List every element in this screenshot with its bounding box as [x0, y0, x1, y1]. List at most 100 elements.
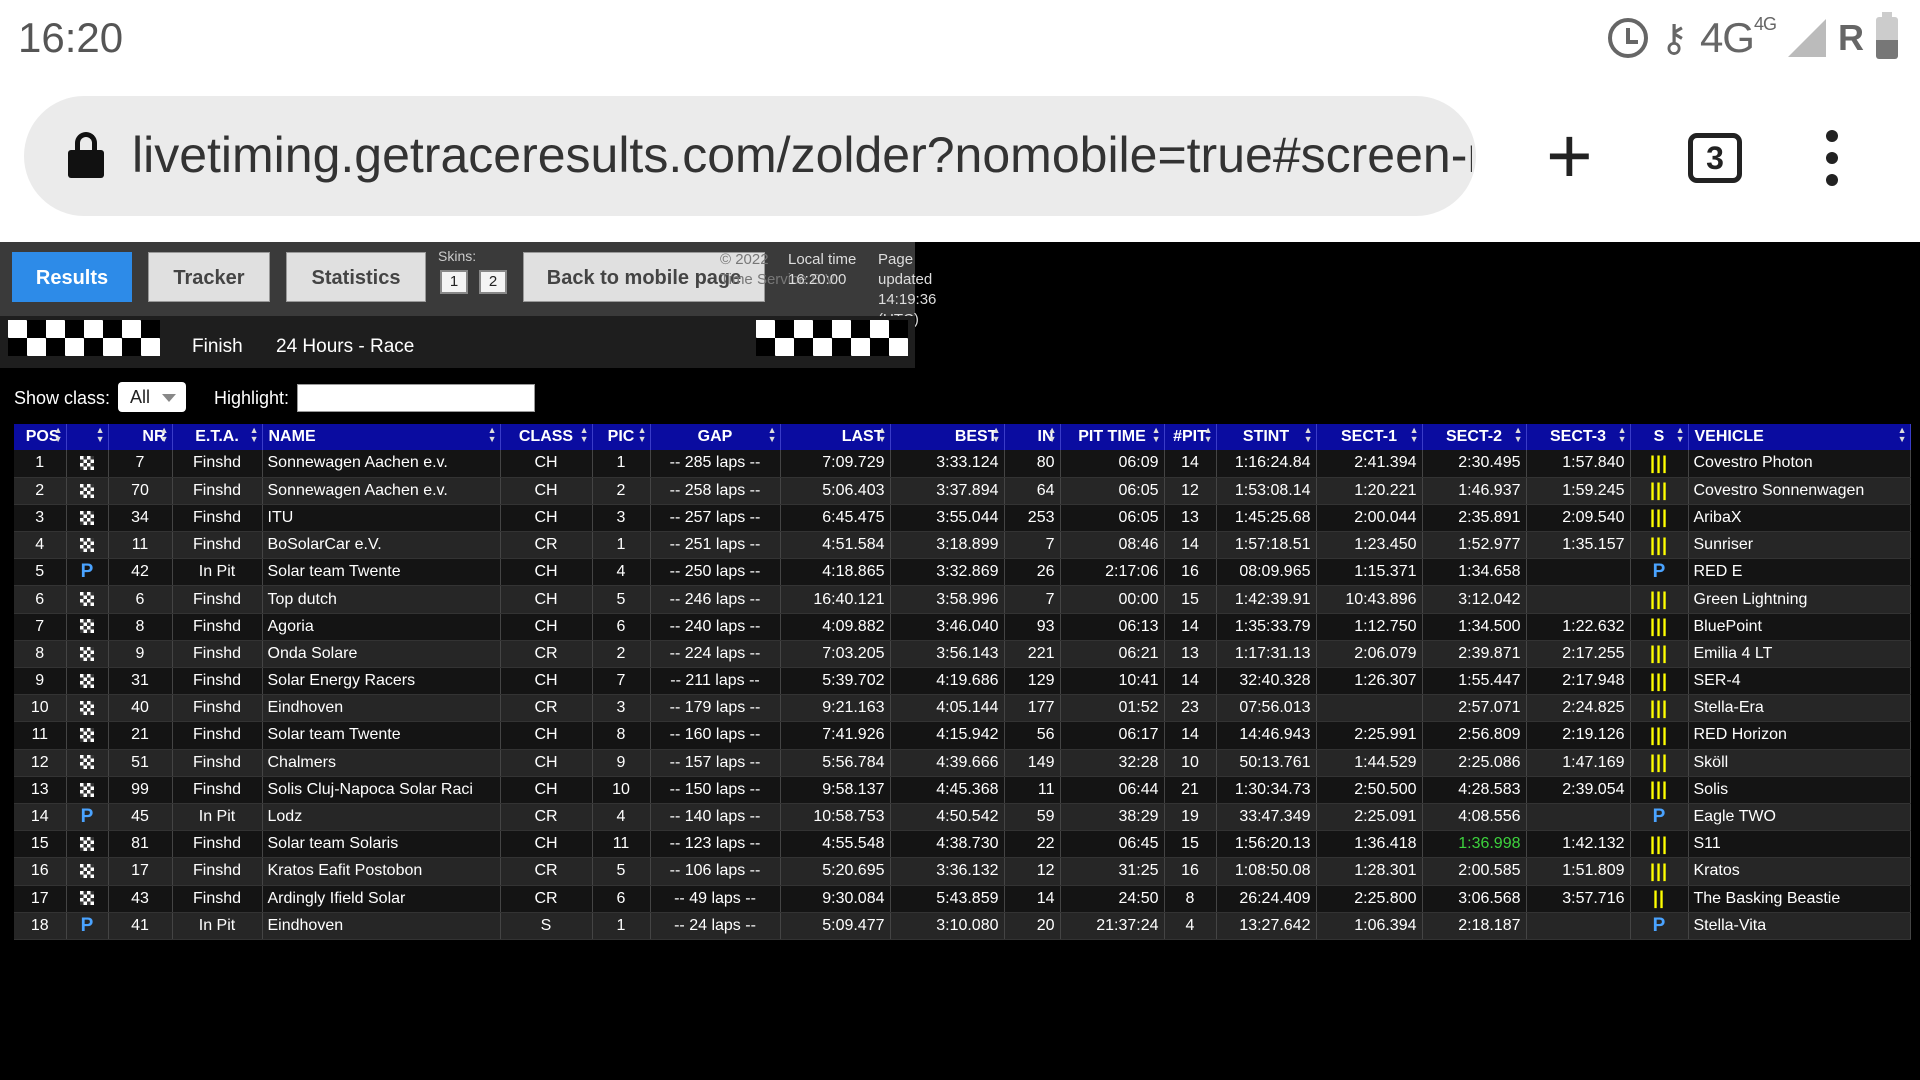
cell-vehicle: Eagle TWO — [1688, 803, 1911, 832]
sector-status-cell: ||| — [1630, 504, 1689, 533]
column-header[interactable]: GAP ▲ ▼ — [650, 424, 781, 450]
cell-pic: 1 — [592, 450, 651, 478]
cell-pic: 9 — [592, 749, 651, 777]
tab-results[interactable]: Results — [12, 252, 132, 302]
tab-statistics[interactable]: Statistics — [286, 252, 426, 302]
race-name: 24 Hours - Race — [276, 336, 415, 357]
sort-icon[interactable]: ▲ ▼ — [1410, 426, 1419, 444]
cell-nr: 31 — [108, 667, 173, 696]
sort-icon[interactable]: ▲ ▼ — [160, 426, 169, 444]
column-header[interactable]: PIT TIME ▲ ▼ — [1060, 424, 1165, 450]
column-header[interactable]: VEHICLE ▲ ▼ — [1688, 424, 1911, 450]
tab-switcher-button[interactable]: 3 — [1688, 133, 1742, 183]
table-row[interactable]: 12 51 Finshd Chalmers CH 9 -- 157 laps -- 5:56.… — [14, 749, 1911, 777]
sort-icon[interactable]: ▲ ▼ — [1152, 426, 1161, 444]
column-header[interactable]: SECT-1 ▲ ▼ — [1316, 424, 1423, 450]
column-header[interactable]: SECT-2 ▲ ▼ — [1422, 424, 1527, 450]
column-header[interactable]: S ▲ ▼ — [1630, 424, 1689, 450]
cell-nr: 81 — [108, 830, 173, 859]
sort-icon[interactable]: ▲ ▼ — [250, 426, 259, 444]
table-row[interactable]: 5 P 42 In Pit Solar team Twente CH 4 -- 250 lap… — [14, 558, 1911, 587]
sort-icon[interactable]: ▲ ▼ — [488, 426, 497, 444]
column-header[interactable]: BEST ▲ ▼ — [890, 424, 1005, 450]
table-row[interactable]: 13 99 Finshd Solis Cluj-Napoca Solar Raci CH… — [14, 776, 1911, 804]
new-tab-icon[interactable]: + — [1546, 116, 1593, 196]
address-bar[interactable]: livetiming.getraceresults.com/zolder?nom… — [24, 96, 1476, 216]
sort-icon[interactable]: ▲ ▼ — [1898, 426, 1907, 444]
column-header[interactable]: LAST ▲ ▼ — [780, 424, 891, 450]
column-header[interactable]: CLASS ▲ ▼ — [500, 424, 593, 450]
cell-pits: 15 — [1164, 830, 1217, 859]
sort-icon[interactable]: ▲ ▼ — [54, 426, 63, 444]
sector-status-cell: P — [1630, 558, 1689, 587]
column-header[interactable]: POS ▲ ▼ — [14, 424, 67, 450]
cell-eta: Finshd — [172, 721, 263, 750]
cell-last: 5:39.702 — [780, 667, 891, 696]
more-menu-icon[interactable] — [1826, 130, 1842, 190]
sort-icon[interactable]: ▲ ▼ — [638, 426, 647, 444]
highlight-input[interactable] — [297, 384, 535, 412]
cell-cls: CR — [500, 803, 593, 832]
sort-icon[interactable]: ▲ ▼ — [1304, 426, 1313, 444]
cell-eta: Finshd — [172, 830, 263, 859]
column-header[interactable]: NR ▲ ▼ — [108, 424, 173, 450]
table-row[interactable]: 14 P 45 In Pit Lodz CR 4 -- 140 laps -- 10:58.75… — [14, 803, 1911, 832]
url-text[interactable]: livetiming.getraceresults.com/zolder?nom… — [132, 126, 1472, 184]
checkered-flag-icon — [80, 864, 94, 879]
cell-gap: -- 257 laps -- — [650, 504, 781, 533]
table-row[interactable]: 10 40 Finshd Eindhoven CR 3 -- 179 laps -- 9:21… — [14, 694, 1911, 723]
column-header[interactable]: E.T.A. ▲ ▼ — [172, 424, 263, 450]
sort-icon[interactable]: ▲ ▼ — [1048, 426, 1057, 444]
sort-icon[interactable]: ▲ ▼ — [768, 426, 777, 444]
status-cell — [66, 830, 109, 859]
column-header[interactable]: PIC ▲ ▼ — [592, 424, 651, 450]
cell-last: 4:55.548 — [780, 830, 891, 859]
cell-last: 7:09.729 — [780, 450, 891, 478]
skin-2-button[interactable]: 2 — [479, 270, 507, 294]
table-row[interactable]: 6 6 Finshd Top dutch CH 5 -- 246 laps -- 16:40.… — [14, 585, 1911, 614]
column-header[interactable]: NAME ▲ ▼ — [262, 424, 501, 450]
table-row[interactable]: 3 34 Finshd ITU CH 3 -- 257 laps -- 6:45.475 3:5… — [14, 504, 1911, 533]
table-row[interactable]: 15 81 Finshd Solar team Solaris CH 11 -- 123 l… — [14, 830, 1911, 859]
column-header[interactable]: IN ▲ ▼ — [1004, 424, 1061, 450]
sort-icon[interactable]: ▲ ▼ — [580, 426, 589, 444]
table-row[interactable]: 9 31 Finshd Solar Energy Racers CH 7 -- 211 la… — [14, 667, 1911, 696]
cell-eta: In Pit — [172, 558, 263, 587]
skin-1-button[interactable]: 1 — [440, 270, 468, 294]
column-header[interactable]: STINT ▲ ▼ — [1216, 424, 1317, 450]
table-row[interactable]: 7 8 Finshd Agoria CH 6 -- 240 laps -- 4:09.882 3… — [14, 613, 1911, 641]
class-select[interactable]: All — [118, 382, 186, 412]
table-row[interactable]: 2 70 Finshd Sonnewagen Aachen e.v. CH 2 -- 258… — [14, 477, 1911, 505]
table-row[interactable]: 4 11 Finshd BoSolarCar e.V. CR 1 -- 251 laps -… — [14, 531, 1911, 560]
status-cell — [66, 776, 109, 804]
table-row[interactable]: 16 17 Finshd Kratos Eafit Postobon CR 5 -- 106… — [14, 857, 1911, 886]
lock-icon[interactable] — [68, 132, 104, 178]
column-header[interactable]: ▲ ▼ — [66, 424, 109, 450]
cell-cls: CH — [500, 749, 593, 777]
table-row[interactable]: 1 7 Finshd Sonnewagen Aachen e.v. CH 1 -- 285 … — [14, 450, 1911, 478]
sort-icon[interactable]: ▲ ▼ — [96, 426, 105, 444]
table-row[interactable]: 17 43 Finshd Ardingly Ifield Solar CR 6 -- 49 … — [14, 885, 1911, 913]
sort-icon[interactable]: ▲ ▼ — [1618, 426, 1627, 444]
table-row[interactable]: 11 21 Finshd Solar team Twente CH 8 -- 160 lap… — [14, 721, 1911, 750]
cell-stint: 1:35:33.79 — [1216, 613, 1317, 641]
cell-pits: 14 — [1164, 721, 1217, 750]
table-row[interactable]: 8 9 Finshd Onda Solare CR 2 -- 224 laps -- 7:03… — [14, 640, 1911, 669]
sort-icon[interactable]: ▲ ▼ — [1676, 426, 1685, 444]
race-status-bar: Finish 24 Hours - Race — [0, 316, 915, 368]
cell-eta: Finshd — [172, 450, 263, 478]
column-header[interactable]: SECT-3 ▲ ▼ — [1526, 424, 1631, 450]
tab-tracker[interactable]: Tracker — [148, 252, 270, 302]
cell-in: 7 — [1004, 531, 1061, 560]
sort-icon[interactable]: ▲ ▼ — [992, 426, 1001, 444]
sort-icon[interactable]: ▲ ▼ — [1514, 426, 1523, 444]
cell-pic: 2 — [592, 640, 651, 669]
sort-icon[interactable]: ▲ ▼ — [1204, 426, 1213, 444]
cell-last: 10:58.753 — [780, 803, 891, 832]
column-header[interactable]: #PIT ▲ ▼ — [1164, 424, 1217, 450]
table-row[interactable]: 18 P 41 In Pit Eindhoven S 1 -- 24 laps -- 5:09.… — [14, 912, 1911, 940]
cell-s3: 1:35.157 — [1526, 531, 1631, 560]
sort-icon[interactable]: ▲ ▼ — [878, 426, 887, 444]
cell-s1: 1:44.529 — [1316, 749, 1423, 777]
sector-bars-icon: ||| — [1649, 860, 1669, 881]
